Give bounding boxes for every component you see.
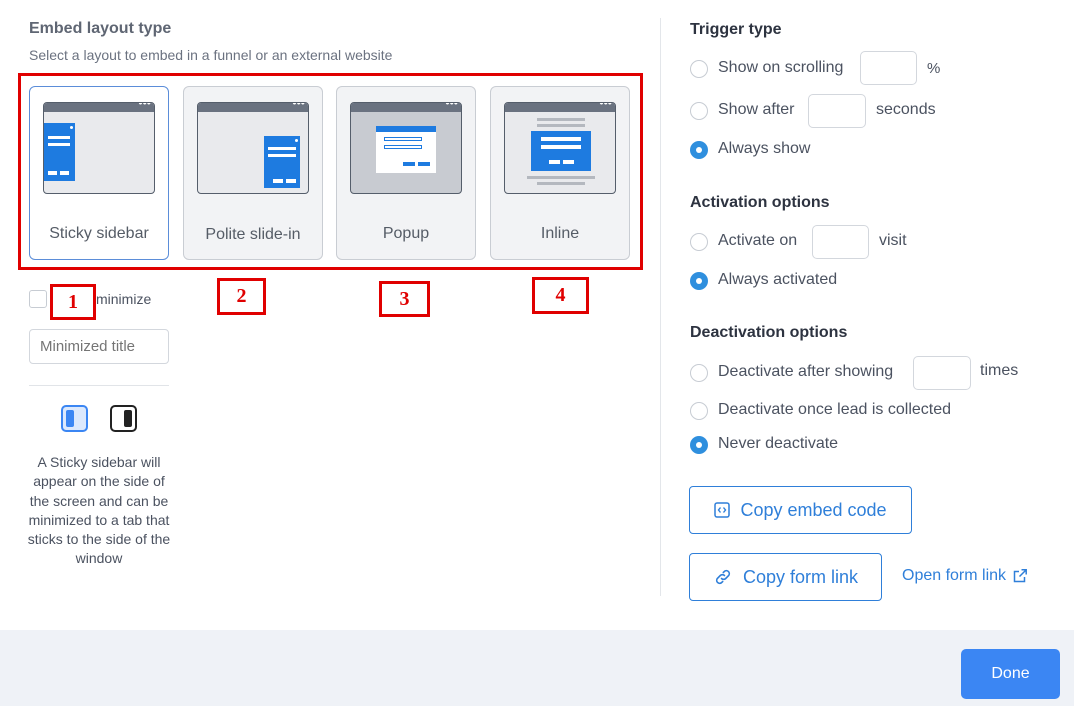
activation-options-title: Activation options [690, 194, 830, 211]
show-after-seconds-input[interactable] [808, 94, 866, 128]
copy-form-link-button[interactable]: Copy form link [689, 553, 882, 601]
activate-on-label: Activate on [718, 232, 798, 249]
show-on-scrolling-label: Show on scrolling [718, 59, 844, 76]
external-link-icon [1012, 568, 1028, 584]
visit-unit: visit [879, 232, 907, 249]
deactivate-lead-collected-label: Deactivate once lead is collected [718, 401, 952, 418]
minimize-label: minimize [96, 291, 152, 307]
deactivate-times-input[interactable] [913, 356, 971, 390]
minimize-checkbox[interactable] [29, 290, 47, 308]
deactivate-after-showing-radio[interactable] [690, 364, 708, 382]
always-show-label: Always show [718, 140, 811, 157]
show-after-label: Show after [718, 101, 795, 118]
copy-embed-code-button[interactable]: Copy embed code [689, 486, 912, 534]
layout-description: A Sticky sidebar will appear on the side… [27, 454, 171, 567]
annotation-number: 3 [379, 281, 430, 317]
percent-unit: % [927, 60, 941, 77]
section-divider [660, 18, 661, 596]
minimized-title-input[interactable] [29, 329, 169, 364]
sidebar-right-position-icon[interactable] [110, 405, 137, 432]
activate-on-radio[interactable] [690, 233, 708, 251]
show-after-radio[interactable] [690, 102, 708, 120]
never-deactivate-radio[interactable] [690, 436, 708, 454]
always-activated-radio[interactable] [690, 272, 708, 290]
seconds-unit: seconds [876, 101, 936, 118]
never-deactivate-label: Never deactivate [718, 435, 839, 452]
sidebar-left-position-icon[interactable] [61, 405, 88, 432]
divider [29, 385, 169, 386]
open-form-link-label: Open form link [902, 567, 1007, 584]
annotation-number: 4 [532, 277, 589, 314]
deactivation-options-title: Deactivation options [690, 324, 848, 341]
open-form-link[interactable]: Open form link [902, 567, 1028, 585]
always-activated-label: Always activated [718, 271, 838, 288]
annotation-number: 2 [217, 278, 266, 315]
copy-embed-code-label: Copy embed code [740, 499, 887, 520]
show-on-scrolling-radio[interactable] [690, 60, 708, 78]
times-unit: times [980, 362, 1019, 379]
deactivate-lead-collected-radio[interactable] [690, 402, 708, 420]
embed-layout-subtitle: Select a layout to embed in a funnel or … [29, 47, 393, 63]
annotation-number: 1 [50, 284, 96, 320]
done-button[interactable]: Done [961, 649, 1060, 699]
activate-on-visit-input[interactable] [812, 225, 869, 259]
embed-layout-title: Embed layout type [29, 20, 172, 37]
link-icon [713, 567, 733, 587]
copy-form-link-label: Copy form link [742, 566, 859, 587]
code-icon [714, 502, 731, 518]
always-show-radio[interactable] [690, 141, 708, 159]
trigger-type-title: Trigger type [690, 21, 782, 38]
footer-bar [0, 630, 1074, 706]
deactivate-after-showing-label: Deactivate after showing [718, 363, 894, 380]
annotation-highlight-box [18, 73, 643, 270]
scrolling-percent-input[interactable] [860, 51, 917, 85]
